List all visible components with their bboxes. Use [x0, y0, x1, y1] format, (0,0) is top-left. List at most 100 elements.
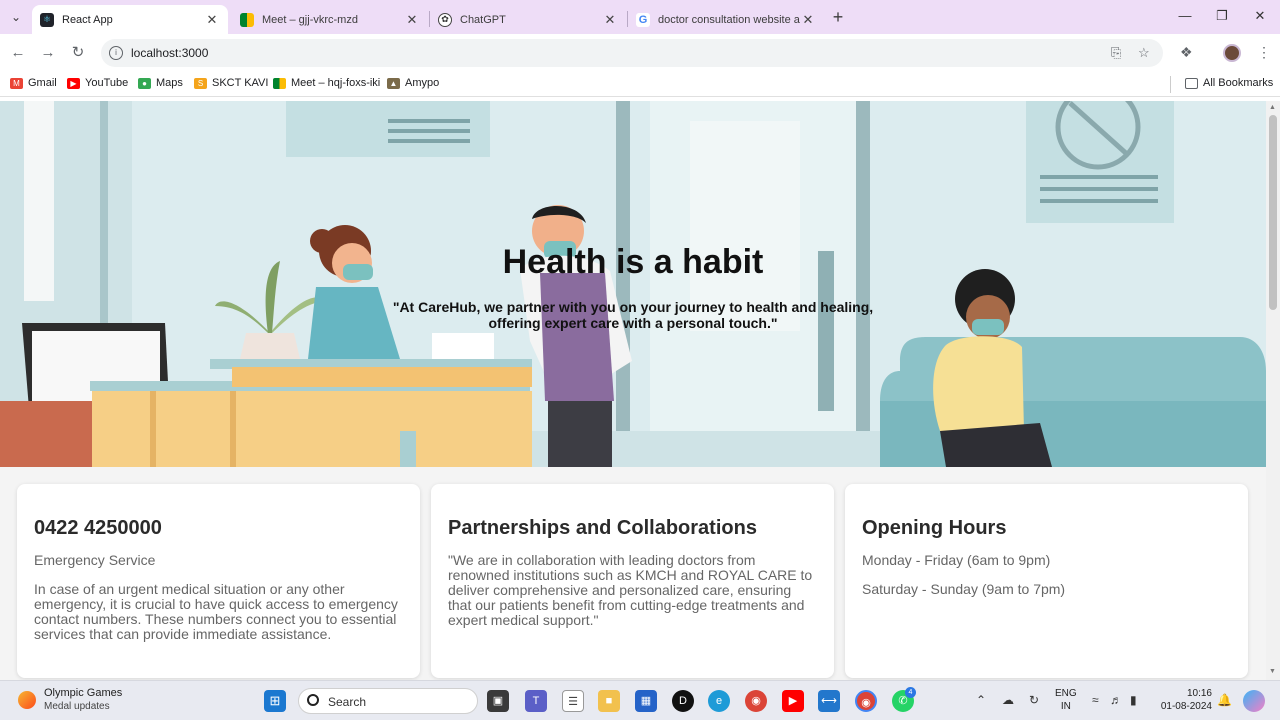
- widget-title: Olympic Games: [44, 687, 123, 699]
- card-text: In case of an urgent medical situation o…: [34, 581, 398, 642]
- card-title: Opening Hours: [862, 517, 1007, 539]
- amypo-icon: ▲: [387, 77, 400, 89]
- minimize-window-icon[interactable]: —: [1173, 6, 1197, 26]
- clock-date: 01-08-2024: [1160, 701, 1212, 712]
- react-icon: ⚛: [40, 12, 54, 27]
- taskbar-search-box[interactable]: Search: [298, 688, 478, 714]
- maps-icon: ●: [138, 77, 151, 89]
- chatgpt-icon: ✿: [438, 12, 452, 27]
- scroll-up-arrow-icon[interactable]: ▲: [1269, 104, 1276, 111]
- card-text: "We are in collaboration with leading do…: [448, 552, 813, 628]
- tab-react-app[interactable]: ⚛ React App ✕: [32, 5, 228, 34]
- search-placeholder: Search: [328, 695, 367, 709]
- hero-title: Health is a habit: [502, 243, 764, 281]
- page-viewport: Health is a habit "At CareHub, we partne…: [0, 101, 1266, 680]
- copilot-icon[interactable]: [1243, 690, 1265, 712]
- weekday-hours: Monday - Friday (6am to 9pm): [862, 552, 1051, 568]
- tab-title: React App: [62, 13, 113, 26]
- bookmarks-bar: M Gmail ▶ YouTube ● Maps S SKCT KAVI Mee…: [0, 72, 1280, 97]
- close-tab-icon[interactable]: ✕: [602, 12, 618, 28]
- dell-icon[interactable]: D: [672, 690, 694, 712]
- bookmark-gmail[interactable]: M Gmail: [10, 77, 57, 89]
- weather-news-widget[interactable]: Olympic Games Medal updates: [18, 687, 122, 713]
- bookmark-label: Amypo: [405, 77, 440, 89]
- close-window-icon[interactable]: ✕: [1248, 6, 1272, 26]
- close-tab-icon[interactable]: ✕: [800, 12, 816, 28]
- close-tab-icon[interactable]: ✕: [404, 12, 420, 28]
- site-info-icon[interactable]: i: [109, 46, 123, 60]
- microsoft-store-icon[interactable]: ▦: [635, 690, 657, 712]
- bookmark-label: SKCT KAVI: [212, 77, 269, 89]
- all-bookmarks-button[interactable]: All Bookmarks: [1185, 77, 1273, 89]
- edge-icon[interactable]: e: [708, 690, 730, 712]
- clock[interactable]: 10:16 01-08-2024: [1156, 687, 1212, 713]
- folder-icon: [1185, 77, 1198, 89]
- page-scrollbar[interactable]: ▲ ▼: [1266, 101, 1280, 680]
- file-explorer-icon[interactable]: ■: [598, 690, 620, 712]
- weekend-hours: Saturday - Sunday (9am to 7pm): [862, 581, 1066, 597]
- restore-window-icon[interactable]: ❐: [1210, 6, 1234, 26]
- install-app-icon[interactable]: ⎘: [1111, 45, 1121, 61]
- youtube-app-icon[interactable]: ▶: [782, 690, 804, 712]
- close-tab-icon[interactable]: ✕: [204, 12, 220, 28]
- bookmark-label: Meet – hqj-foxs-iki: [291, 77, 381, 89]
- info-cards-section: 0422 4250000 Emergency Service In case o…: [0, 467, 1266, 680]
- clock-time: 10:16: [1186, 688, 1212, 699]
- scroll-down-arrow-icon[interactable]: ▼: [1269, 668, 1276, 675]
- bookmark-maps[interactable]: ● Maps: [138, 77, 183, 89]
- whatsapp-badge: 4: [905, 687, 916, 698]
- tab-search-chevron-icon[interactable]: ⌄: [6, 7, 26, 27]
- notification-bell-icon[interactable]: 🔔: [1217, 693, 1232, 707]
- volume-icon[interactable]: ♬: [1110, 693, 1122, 707]
- google-icon: G: [636, 12, 650, 27]
- reload-icon[interactable]: ↻: [68, 43, 88, 63]
- card-subtitle: Emergency Service: [34, 552, 156, 568]
- vscode-icon[interactable]: ⟷: [818, 690, 840, 712]
- forward-arrow-icon[interactable]: →: [38, 43, 58, 63]
- chrome-profile-icon[interactable]: ◉: [855, 690, 877, 712]
- tab-title: ChatGPT: [460, 13, 506, 26]
- bookmark-skct-kavi[interactable]: S SKCT KAVI: [194, 77, 268, 89]
- tab-chatgpt[interactable]: ✿ ChatGPT ✕: [430, 5, 626, 34]
- bookmark-star-icon[interactable]: ☆: [1138, 45, 1150, 61]
- bookmark-label: YouTube: [85, 77, 129, 89]
- language-code: ENG: [1055, 688, 1077, 699]
- browser-tab-bar: ⌄ ⚛ React App ✕ Meet – gjj-vkrc-mzd ✕ ✿ …: [0, 0, 1280, 34]
- youtube-icon: ▶: [67, 77, 80, 89]
- widget-subtitle: Medal updates: [44, 701, 110, 712]
- extensions-puzzle-icon[interactable]: ❖: [1180, 44, 1193, 61]
- menu-kebab-icon[interactable]: ⋮: [1257, 44, 1271, 61]
- google-meet-icon: [273, 77, 286, 89]
- teams-icon[interactable]: T: [525, 690, 547, 712]
- scrollbar-thumb[interactable]: [1269, 115, 1277, 310]
- wifi-icon[interactable]: ≈: [1092, 693, 1099, 707]
- sync-icon[interactable]: ↻: [1029, 693, 1039, 707]
- windows-start-icon[interactable]: ⊞: [264, 690, 286, 712]
- search-icon: [307, 694, 319, 706]
- tab-title: Meet – gjj-vkrc-mzd: [262, 13, 358, 26]
- card-title: Partnerships and Collaborations: [448, 517, 757, 539]
- onedrive-icon[interactable]: ☁: [1002, 693, 1014, 707]
- back-arrow-icon[interactable]: ←: [8, 43, 28, 63]
- bookmark-label: Maps: [156, 77, 183, 89]
- task-view-icon[interactable]: ▣: [487, 690, 509, 712]
- bookmarks-divider: [1170, 76, 1171, 93]
- opening-hours-card: Opening Hours Monday - Friday (6am to 9p…: [845, 484, 1248, 678]
- olympic-torch-icon: [18, 691, 36, 709]
- bookmark-meet[interactable]: Meet – hqj-foxs-iki: [273, 77, 380, 89]
- profile-avatar[interactable]: [1223, 44, 1241, 62]
- address-bar[interactable]: i localhost:3000 ⎘ ☆: [101, 39, 1163, 67]
- address-url[interactable]: localhost:3000: [131, 46, 208, 60]
- region-code: IN: [1060, 701, 1071, 712]
- battery-icon[interactable]: ▮: [1130, 693, 1137, 707]
- notepad-icon[interactable]: ☰: [562, 690, 584, 712]
- bookmark-youtube[interactable]: ▶ YouTube: [67, 77, 128, 89]
- tab-google-meet[interactable]: Meet – gjj-vkrc-mzd ✕: [232, 5, 428, 34]
- new-tab-button[interactable]: +: [828, 7, 848, 27]
- clinic-illustration: [0, 101, 1266, 467]
- chrome-icon[interactable]: ◉: [745, 690, 767, 712]
- language-indicator[interactable]: ENG IN: [1055, 687, 1077, 713]
- show-hidden-icons-chevron-icon[interactable]: ⌃: [976, 693, 986, 707]
- tab-google-search[interactable]: G doctor consultation website as ✕: [628, 5, 824, 34]
- bookmark-amypo[interactable]: ▲ Amypo: [387, 77, 439, 89]
